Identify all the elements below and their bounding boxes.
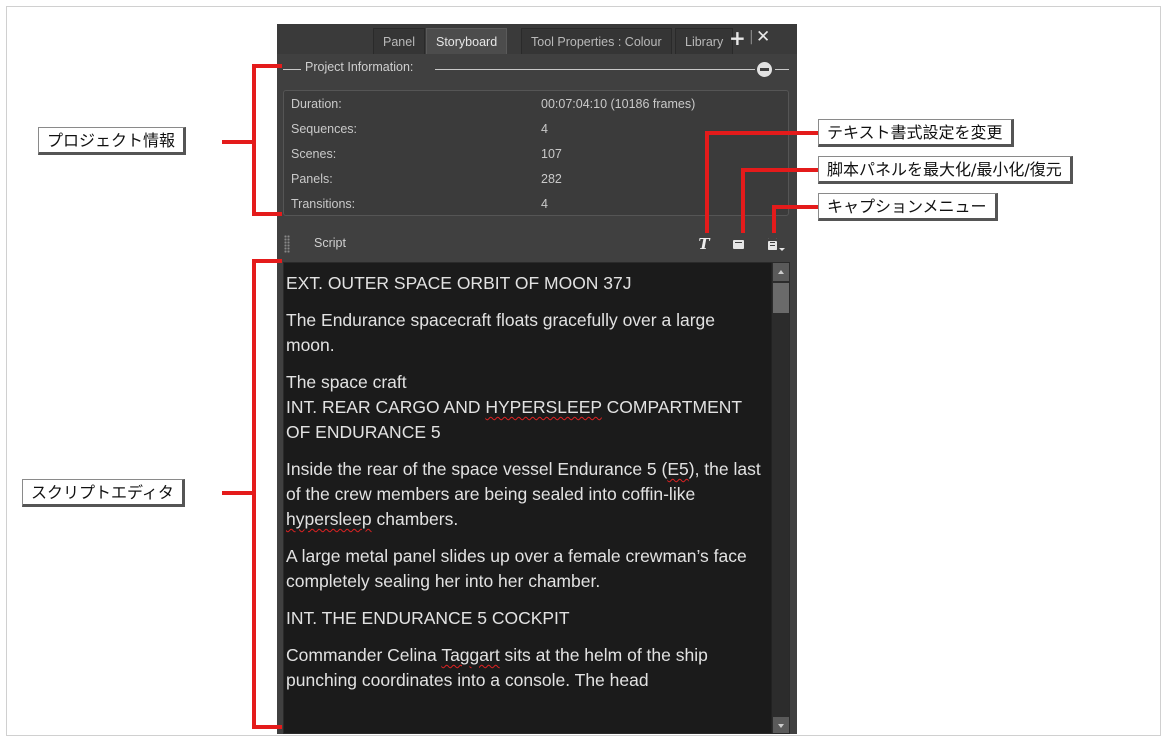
project-info-bracket xyxy=(252,64,282,216)
script-paragraph: The space craft INT. REAR CARGO AND HYPE… xyxy=(286,372,742,442)
scroll-thumb[interactable] xyxy=(773,283,789,313)
close-panel-icon[interactable]: ✕ xyxy=(756,27,770,47)
project-info-header: Project Information: xyxy=(283,60,791,78)
script-paragraph: EXT. OUTER SPACE ORBIT OF MOON 37J xyxy=(286,273,632,293)
script-editor[interactable]: EXT. OUTER SPACE ORBIT OF MOON 37J The E… xyxy=(283,262,790,734)
grip-icon[interactable] xyxy=(284,235,290,253)
callout-connector xyxy=(741,168,819,172)
script-paragraph: INT. THE ENDURANCE 5 COCKPIT xyxy=(286,608,570,628)
callout-connector xyxy=(741,170,745,233)
callout-connector xyxy=(772,207,776,233)
info-value: 282 xyxy=(541,172,562,186)
spellcheck-word: HYPERSLEEP xyxy=(485,397,602,417)
project-info-box: Duration: 00:07:04:10 (10186 frames) Seq… xyxy=(283,90,789,216)
info-label: Transitions: xyxy=(291,197,356,211)
callout-connector xyxy=(705,133,709,233)
divider xyxy=(775,69,789,70)
script-paragraph: Commander Celina Taggart sits at the hel… xyxy=(286,645,708,690)
tab-panel[interactable]: Panel xyxy=(373,28,425,54)
callout-script-editor: スクリプトエディタ xyxy=(22,479,185,507)
info-label: Scenes: xyxy=(291,147,337,161)
script-paragraph: Inside the rear of the space vessel Endu… xyxy=(286,459,761,529)
text-format-icon[interactable]: T xyxy=(694,235,714,253)
collapse-icon[interactable] xyxy=(757,62,772,77)
callout-caption-menu: キャプションメニュー xyxy=(818,193,998,221)
callout-project-info: プロジェクト情報 xyxy=(38,127,187,155)
spellcheck-word: hypersleep xyxy=(286,509,372,529)
tab-separator: | xyxy=(749,29,754,45)
scroll-down-icon[interactable] xyxy=(773,717,789,733)
tab-tool-properties-colour[interactable]: Tool Properties : Colour xyxy=(521,28,672,54)
add-tab-icon[interactable]: + xyxy=(729,26,746,50)
divider xyxy=(435,69,755,70)
script-paragraph: The Endurance spacecraft floats graceful… xyxy=(286,310,715,355)
callout-maximize: 脚本パネルを最大化/最小化/復元 xyxy=(818,156,1073,184)
callout-connector xyxy=(222,140,254,144)
tab-bar: Panel Storyboard Tool Properties : Colou… xyxy=(277,24,797,54)
script-paragraph: A large metal panel slides up over a fem… xyxy=(286,546,747,591)
spellcheck-word: E5 xyxy=(667,459,689,479)
script-editor-bracket xyxy=(252,259,282,729)
script-toolbar: Script T xyxy=(277,232,797,256)
info-label: Panels: xyxy=(291,172,333,186)
info-value: 4 xyxy=(541,122,548,136)
info-label: Sequences: xyxy=(291,122,358,136)
spellcheck-word: Taggart xyxy=(441,645,500,665)
callout-connector xyxy=(705,131,819,135)
dropdown-caret-icon xyxy=(779,248,785,251)
tab-library[interactable]: Library xyxy=(675,28,734,54)
info-value: 107 xyxy=(541,147,562,161)
divider xyxy=(283,69,301,70)
callout-text-format: テキスト書式設定を変更 xyxy=(818,119,1014,147)
info-value: 4 xyxy=(541,197,548,211)
project-info-title: Project Information: xyxy=(305,60,414,74)
caption-menu-icon[interactable] xyxy=(764,235,785,253)
script-title: Script xyxy=(314,236,346,250)
script-text[interactable]: EXT. OUTER SPACE ORBIT OF MOON 37J The E… xyxy=(286,271,766,705)
menu-lines xyxy=(770,242,775,243)
vertical-scrollbar[interactable] xyxy=(771,263,789,733)
callout-connector xyxy=(222,491,254,495)
callout-connector xyxy=(772,205,819,209)
scroll-up-icon[interactable] xyxy=(773,263,789,281)
info-label: Duration: xyxy=(291,97,342,111)
tab-storyboard[interactable]: Storyboard xyxy=(426,28,508,54)
info-value: 00:07:04:10 (10186 frames) xyxy=(541,97,696,111)
maximize-panel-icon[interactable] xyxy=(729,235,749,253)
